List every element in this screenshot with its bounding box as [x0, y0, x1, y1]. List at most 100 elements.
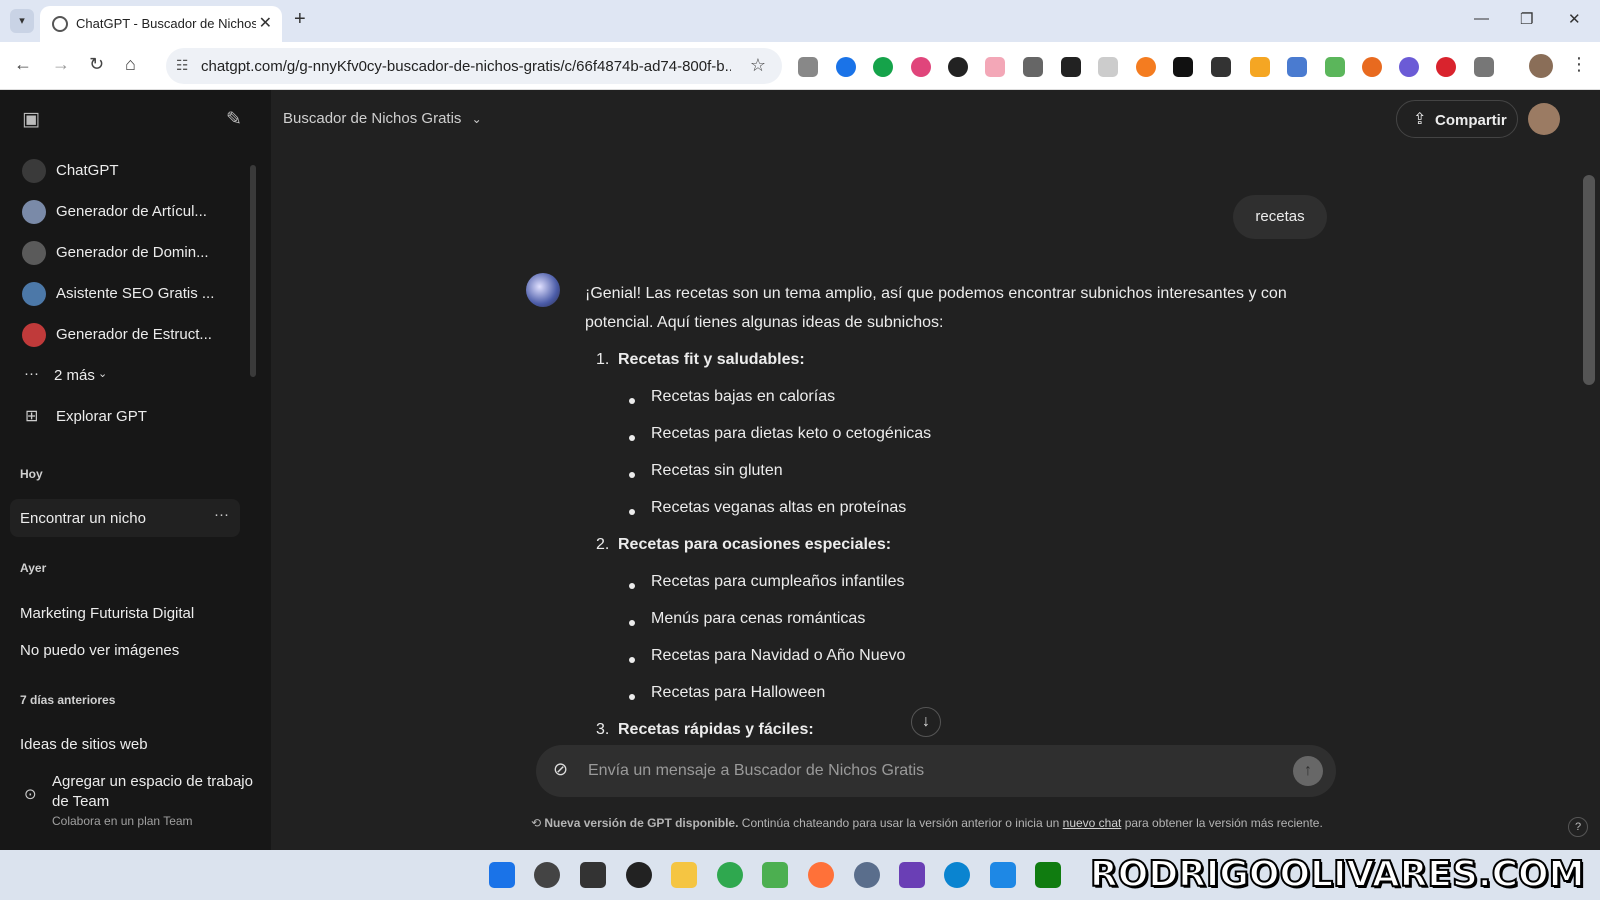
app-icon[interactable]: [899, 862, 925, 888]
extension-icon[interactable]: [1136, 57, 1156, 77]
sidebar-more-button[interactable]: ··· 2 más ⌄: [0, 357, 250, 395]
sidebar-item-explore[interactable]: ⊞ Explorar GPT: [0, 398, 250, 436]
camera-extension-icon[interactable]: [798, 57, 818, 77]
history-item[interactable]: Ideas de sitios web: [20, 736, 148, 753]
windows-start-icon[interactable]: [489, 862, 515, 888]
browser-tab[interactable]: ChatGPT - Buscador de Nichos ✕: [40, 6, 282, 42]
taskbar: RODRIGOOLIVARES.COM: [0, 850, 1600, 900]
gpt-avatar: [22, 241, 46, 265]
sidebar-item-gpt[interactable]: Generador de Domin...: [0, 234, 250, 272]
bullet: [629, 694, 635, 700]
address-bar[interactable]: ☷ chatgpt.com/g/g-nnyKfv0cy-buscador-de-…: [166, 48, 782, 84]
translate-extension-icon[interactable]: [1287, 57, 1307, 77]
gpt-avatar: [22, 282, 46, 306]
app-icon[interactable]: [626, 862, 652, 888]
section-title: Recetas fit y saludables:: [618, 351, 805, 368]
bullet: [629, 620, 635, 626]
list-number: 3.: [596, 721, 610, 738]
list-item: Menús para cenas románticas: [651, 610, 866, 627]
list-item: Recetas para dietas keto o cetogénicas: [651, 425, 932, 442]
chevron-down-icon: ⌄: [471, 112, 482, 126]
zoom-extension-icon[interactable]: [1023, 57, 1043, 77]
more-options-icon[interactable]: ···: [214, 506, 229, 523]
extension-icon[interactable]: [1362, 57, 1382, 77]
close-window-button[interactable]: ✕: [1568, 10, 1581, 28]
chat-main: Buscador de Nichos Gratis ⌄ ⇪ Compartir …: [271, 90, 1600, 850]
k-extension-icon[interactable]: [948, 57, 968, 77]
user-avatar[interactable]: [1528, 103, 1560, 135]
tab-search-button[interactable]: ▾: [10, 9, 34, 33]
extension-badge-icon[interactable]: [1250, 57, 1270, 77]
forward-icon[interactable]: →: [52, 54, 70, 75]
extension-icon[interactable]: [985, 57, 1005, 77]
restore-button[interactable]: ❐: [1520, 10, 1533, 28]
markdown-extension-icon[interactable]: [1173, 57, 1193, 77]
profile-avatar[interactable]: [1529, 54, 1553, 78]
color-extension-icon[interactable]: [911, 57, 931, 77]
sidebar-item-gpt[interactable]: Generador de Artícul...: [0, 193, 250, 231]
file-explorer-icon[interactable]: [671, 862, 697, 888]
gpt-version-notice: ⟲ Nueva versión de GPT disponible. Conti…: [531, 816, 1323, 830]
more-dots-icon: ···: [24, 365, 39, 382]
close-tab-icon[interactable]: ✕: [259, 13, 272, 33]
gpt-model-selector[interactable]: Buscador de Nichos Gratis ⌄: [283, 110, 482, 127]
list-item: Recetas para Navidad o Año Nuevo: [651, 647, 906, 664]
url-text[interactable]: chatgpt.com/g/g-nnyKfv0cy-buscador-de-ni…: [201, 58, 731, 75]
edge-icon[interactable]: [944, 862, 970, 888]
browser-menu-icon[interactable]: ⋮: [1570, 54, 1588, 75]
new-chat-link[interactable]: nuevo chat: [1063, 816, 1122, 830]
watermark: RODRIGOOLIVARES.COM: [1089, 853, 1585, 896]
site-info-icon[interactable]: ☷: [176, 57, 189, 74]
notepad-icon[interactable]: [990, 862, 1016, 888]
search-icon[interactable]: [534, 862, 560, 888]
sidebar-item-gpt[interactable]: Asistente SEO Gratis ...: [0, 275, 250, 313]
help-button[interactable]: ?: [1568, 817, 1588, 837]
task-view-icon[interactable]: [580, 862, 606, 888]
extension-icon[interactable]: [1399, 57, 1419, 77]
history-item[interactable]: No puedo ver imágenes: [20, 642, 179, 659]
history-item[interactable]: Marketing Futurista Digital: [20, 605, 194, 622]
back-icon[interactable]: ←: [14, 54, 32, 75]
reload-icon[interactable]: ↻: [89, 54, 104, 75]
scroll-to-bottom-button[interactable]: ↓: [911, 707, 941, 737]
bullet: [629, 583, 635, 589]
firefox-icon[interactable]: [808, 862, 834, 888]
xbox-icon[interactable]: [1035, 862, 1061, 888]
section-heading-today: Hoy: [20, 467, 43, 481]
extension-icon[interactable]: [1098, 57, 1118, 77]
app-icon[interactable]: [762, 862, 788, 888]
attach-icon[interactable]: ⊘: [553, 759, 568, 780]
sidebar-item-chatgpt[interactable]: ChatGPT: [0, 152, 250, 190]
grammarly-extension-icon[interactable]: [873, 57, 893, 77]
history-item[interactable]: Encontrar un nicho: [20, 510, 146, 527]
section-heading-yesterday: Ayer: [20, 561, 47, 575]
main-scrollbar[interactable]: [1583, 175, 1595, 385]
new-tab-button[interactable]: +: [294, 8, 306, 31]
share-button[interactable]: ⇪ Compartir: [1396, 100, 1518, 138]
toggle-sidebar-icon[interactable]: ▣: [22, 108, 40, 131]
new-chat-icon[interactable]: ✎: [226, 108, 242, 131]
bookmark-star-icon[interactable]: ☆: [750, 55, 766, 76]
extension-icon[interactable]: [1325, 57, 1345, 77]
settings-icon[interactable]: [854, 862, 880, 888]
list-item: Recetas bajas en calorías: [651, 388, 836, 405]
send-button[interactable]: ↑: [1293, 756, 1323, 786]
sidebar-scrollbar[interactable]: [250, 165, 256, 377]
code-extension-icon[interactable]: [1211, 57, 1231, 77]
sidebar-item-gpt[interactable]: Generador de Estruct...: [0, 316, 250, 354]
bullet: [629, 657, 635, 663]
extensions-puzzle-icon[interactable]: [1474, 57, 1494, 77]
extension-icon[interactable]: [836, 57, 856, 77]
list-item: Recetas veganas altas en proteínas: [651, 499, 907, 516]
font-extension-icon[interactable]: [1061, 57, 1081, 77]
add-team-workspace-button[interactable]: ⊙ Agregar un espacio de trabajo de Team …: [20, 773, 260, 833]
home-icon[interactable]: ⌂: [125, 54, 136, 75]
minimize-button[interactable]: —: [1474, 10, 1489, 27]
list-item: Recetas para Halloween: [651, 684, 826, 701]
assistant-intro-line: potencial. Aquí tienes algunas ideas de …: [585, 314, 944, 331]
message-input[interactable]: Envía un mensaje a Buscador de Nichos Gr…: [588, 762, 924, 780]
gpt-avatar: [22, 200, 46, 224]
pinterest-extension-icon[interactable]: [1436, 57, 1456, 77]
chrome-icon[interactable]: [717, 862, 743, 888]
browser-tab-bar: ▾ ChatGPT - Buscador de Nichos ✕ + — ❐ ✕: [0, 0, 1600, 42]
